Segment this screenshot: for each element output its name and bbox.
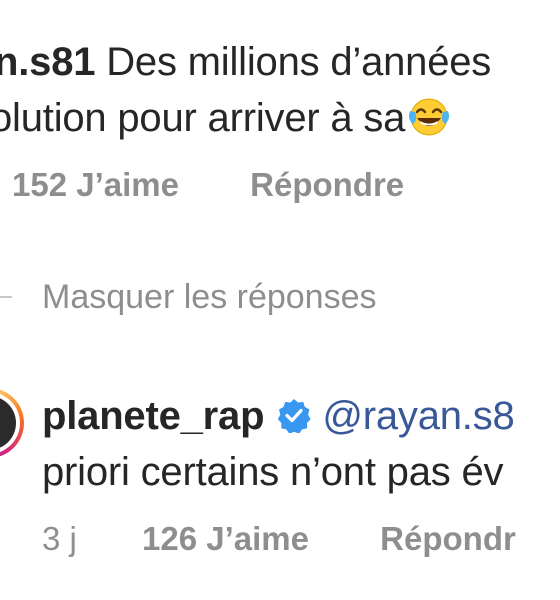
comment-meta-row: 152 J’aime Répondre [12, 165, 404, 205]
comment-line-1: n.s81 Des millions d’années [0, 38, 491, 86]
replies-divider [0, 296, 12, 298]
face-with-tears-of-joy-icon [407, 95, 451, 148]
reply-reply-button[interactable]: Répondr [380, 520, 516, 557]
comment-text-2: olution pour arriver à sa [0, 96, 406, 140]
hide-replies-button[interactable]: Masquer les réponses [42, 277, 377, 317]
comment-likes[interactable]: 152 J’aime [12, 166, 179, 203]
verified-badge-icon [276, 396, 312, 444]
comments-viewport: n.s81 Des millions d’années olution pour… [0, 0, 560, 600]
comment-reply-button[interactable]: Répondre [250, 166, 404, 203]
reply-text-2: priori certains n’ont pas év [42, 450, 504, 494]
reply-mention-link[interactable]: @rayan.s8 [322, 394, 514, 438]
comment-username[interactable]: n.s81 [0, 40, 95, 84]
reply-username[interactable]: planete_rap [42, 394, 265, 438]
comment-line-2: olution pour arriver à sa [0, 94, 451, 148]
avatar[interactable] [0, 388, 24, 458]
reply-time: 3 j [42, 520, 77, 557]
reply-line-2: priori certains n’ont pas év [42, 448, 503, 496]
comment-text-1: Des millions d’années [106, 40, 492, 84]
reply-line-1: planete_rap @rayan.s8 [42, 392, 515, 444]
reply-likes[interactable]: 126 J’aime [142, 520, 309, 557]
reply-meta-row: 3 j 126 J’aime Répondr [42, 519, 516, 559]
